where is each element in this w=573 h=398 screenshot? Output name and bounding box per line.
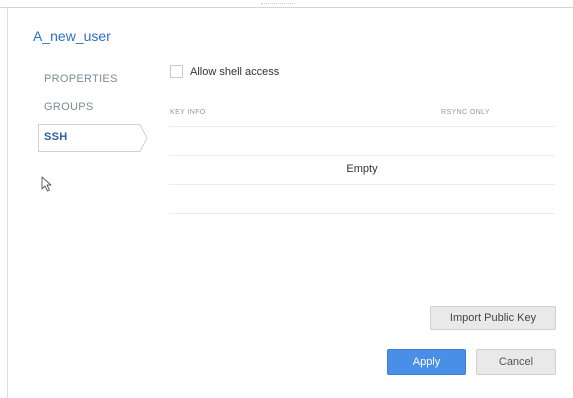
table-divider bbox=[169, 155, 555, 156]
empty-state-text: Empty bbox=[346, 163, 378, 175]
sidebar-item-ssh[interactable]: SSH bbox=[38, 124, 148, 152]
table-divider bbox=[169, 184, 555, 185]
cancel-button[interactable]: Cancel bbox=[476, 349, 556, 375]
allow-shell-access-checkbox[interactable] bbox=[170, 65, 183, 78]
column-header-rsync-only: RSYNC ONLY bbox=[441, 109, 490, 116]
dialog-top-border bbox=[0, 7, 573, 8]
mouse-pointer-icon bbox=[41, 176, 53, 197]
table-divider bbox=[169, 213, 555, 214]
sidebar-item-label: PROPERTIES bbox=[44, 73, 118, 85]
resize-grip[interactable] bbox=[261, 3, 295, 7]
sidebar-item-label: GROUPS bbox=[44, 101, 94, 113]
apply-button[interactable]: Apply bbox=[387, 349, 466, 375]
import-public-key-button[interactable]: Import Public Key bbox=[430, 306, 556, 330]
sidebar-item-label: SSH bbox=[44, 131, 68, 143]
sidebar-item-groups[interactable]: GROUPS bbox=[38, 94, 145, 120]
table-divider bbox=[169, 126, 555, 127]
dialog-left-border bbox=[7, 7, 8, 398]
sidebar-item-properties[interactable]: PROPERTIES bbox=[38, 66, 145, 92]
column-header-key-info: KEY INFO bbox=[170, 109, 206, 116]
allow-shell-access-label: Allow shell access bbox=[190, 66, 280, 78]
page-title: A_new_user bbox=[33, 28, 111, 44]
